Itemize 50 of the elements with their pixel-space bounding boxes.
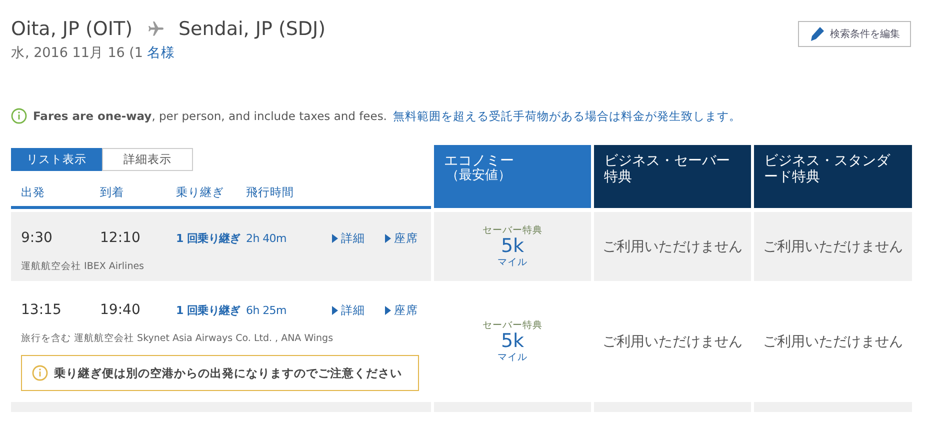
caret-icon	[332, 306, 338, 314]
seats-link[interactable]: 座席	[385, 230, 431, 246]
arrival-time: 19:40	[100, 302, 142, 318]
fare-miles: 5k	[500, 332, 524, 351]
departure-time: 9:30	[21, 230, 54, 246]
departure-time: 13:15	[21, 302, 62, 318]
baggage-fee-link[interactable]: 無料範囲を超える受託手荷物がある場合は料金が発生致します。	[392, 108, 741, 124]
fare-type: セーバー特典	[482, 319, 542, 332]
column-header: 乗り継ぎ	[176, 185, 225, 200]
origin: Oita, JP (OIT)	[11, 18, 132, 40]
miles-unit: マイル	[498, 256, 528, 269]
passengers-link[interactable]: 名様	[147, 44, 176, 62]
flight-duration: 2h 40m	[246, 232, 288, 244]
unavailable-text: ご利用いただけません	[763, 332, 903, 350]
connections-link[interactable]: 1 回乗り継ぎ	[176, 302, 246, 318]
view-tab[interactable]: リスト表示	[11, 148, 102, 171]
connections-link[interactable]: 1 回乗り継ぎ	[176, 230, 246, 246]
unavailable-text: ご利用いただけません	[602, 238, 742, 256]
fare-type: セーバー特典	[482, 224, 542, 237]
unavailable-text: ご利用いただけません	[763, 238, 903, 256]
miles-unit: マイル	[498, 351, 528, 364]
pencil-icon	[809, 26, 825, 42]
fare-miles: 5k	[500, 237, 524, 256]
fare-class-header[interactable]: ビジネス・スタンダード特典	[754, 145, 912, 208]
column-header: 到着	[100, 185, 125, 200]
operating-airline: 運航航空会社 IBEX Airlines	[21, 260, 146, 273]
details-link[interactable]: 詳細	[332, 230, 385, 246]
caret-icon	[385, 306, 391, 314]
info-icon	[11, 108, 27, 124]
operating-airline: 旅行を含む 運航航空会社 Skynet Asia Airways Co. Ltd. , ANA Wings	[21, 332, 334, 345]
unavailable-text: ご利用いただけません	[602, 332, 742, 350]
fare-class-header[interactable]: ビジネス・セーバー特典	[594, 145, 751, 208]
caret-icon	[332, 234, 338, 242]
travel-date: 水, 2016 11月 16 (1	[11, 44, 144, 62]
fare-class-header[interactable]: エコノミー （最安値）	[434, 145, 591, 208]
edit-search-button[interactable]: 検索条件を編集	[798, 21, 911, 47]
details-link[interactable]: 詳細	[332, 302, 385, 318]
seats-link[interactable]: 座席	[385, 302, 431, 318]
view-tab[interactable]: 詳細表示	[102, 148, 193, 171]
arrival-time: 12:10	[100, 230, 142, 246]
caret-icon	[385, 234, 391, 242]
warning-icon	[32, 365, 48, 381]
warning-text: 乗り継ぎ便は別の空港からの出発になりますのでご注意ください	[54, 366, 402, 380]
column-header: 飛行時間	[246, 185, 295, 200]
airplane-icon	[146, 20, 164, 38]
flight-duration: 6h 25m	[246, 304, 288, 316]
destination: Sendai, JP (SDJ)	[178, 18, 326, 40]
fare-cell[interactable]: セーバー特典 5k マイル	[434, 212, 591, 281]
fare-notice: Fares are one-way, per person, and include taxes and fees.	[33, 109, 387, 123]
column-header: 出発	[21, 185, 46, 200]
